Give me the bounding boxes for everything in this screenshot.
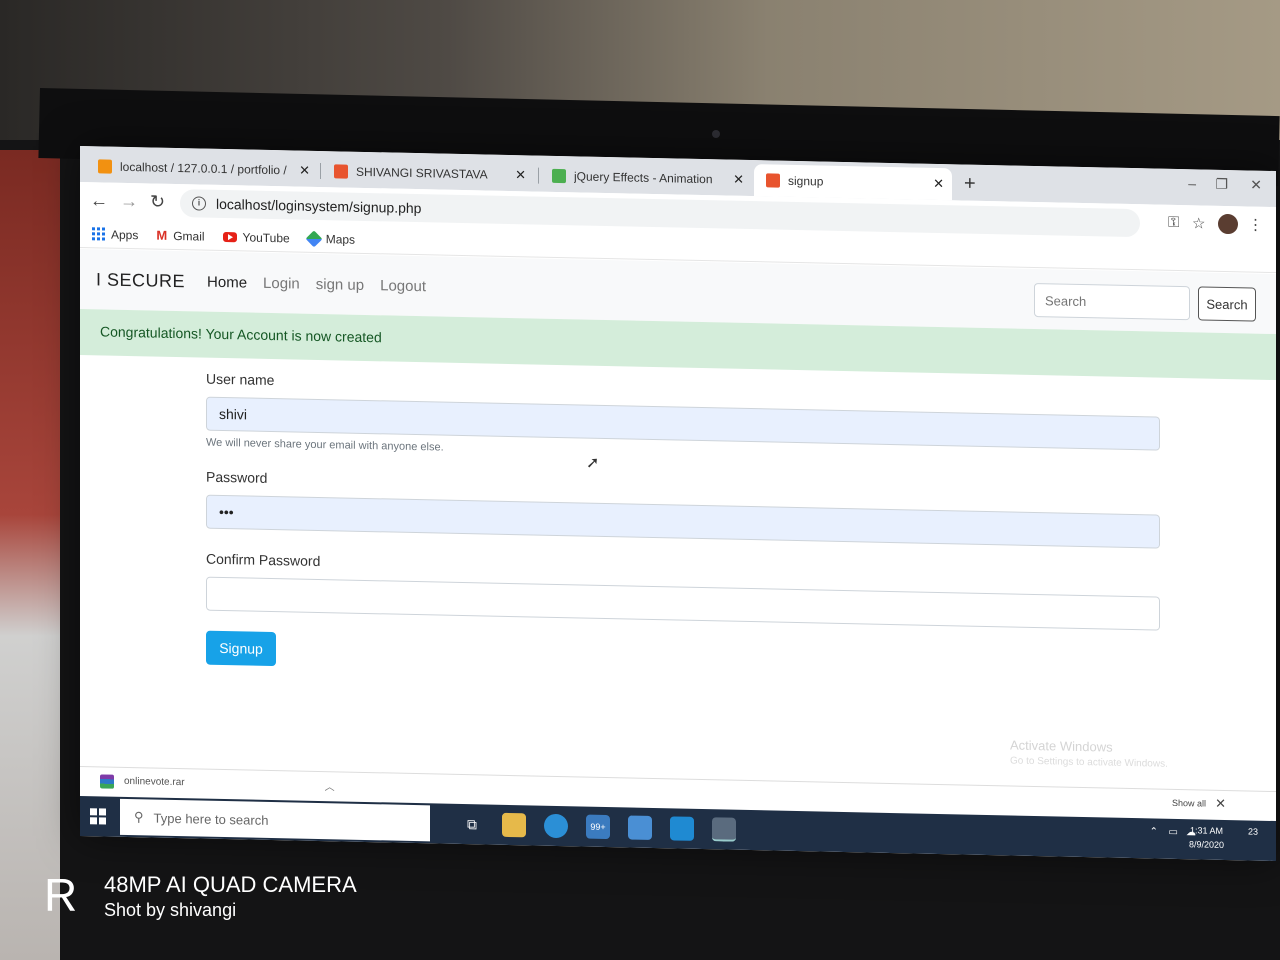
minimize-icon[interactable]: – <box>1188 175 1196 191</box>
confirm-password-field[interactable] <box>206 576 1160 631</box>
tab-favicon-icon <box>334 164 348 179</box>
phpmyadmin-icon <box>98 159 112 174</box>
rar-file-icon <box>100 773 114 789</box>
chrome-icon[interactable] <box>712 817 736 842</box>
download-item[interactable]: onlinevote.rar ︿ <box>100 773 335 793</box>
maps-icon <box>305 229 323 247</box>
close-icon[interactable]: ✕ <box>733 172 744 188</box>
nav-logout[interactable]: Logout <box>380 277 426 295</box>
notification-icon[interactable]: 23 <box>1248 826 1258 836</box>
taskbar-search[interactable]: ⚲ Type here to search <box>120 798 430 842</box>
nav-signup[interactable]: sign up <box>316 275 364 293</box>
bookmark-apps[interactable]: Apps <box>92 227 138 242</box>
search-icon: ⚲ <box>134 809 144 825</box>
gmail-icon: M <box>156 227 168 243</box>
activate-windows-subtitle: Go to Settings to activate Windows. <box>1010 755 1168 770</box>
star-icon[interactable]: ☆ <box>1192 214 1205 232</box>
youtube-icon <box>222 231 237 242</box>
search-input[interactable] <box>1034 282 1190 321</box>
show-all-button[interactable]: Show all <box>1172 798 1206 809</box>
new-tab-button[interactable]: + <box>964 173 976 196</box>
bookmark-gmail[interactable]: M Gmail <box>156 228 204 244</box>
realme-logo-icon: R <box>44 869 78 921</box>
reload-icon[interactable]: ↻ <box>150 191 165 212</box>
close-icon[interactable]: ✕ <box>933 176 944 192</box>
window-close-icon[interactable]: ✕ <box>1250 177 1262 194</box>
signup-form: User name We will never share your email… <box>206 371 1160 685</box>
signup-button[interactable]: Signup <box>206 630 276 667</box>
camera-watermark-title: 48MP AI QUAD CAMERA <box>104 872 357 897</box>
webcam <box>712 130 720 138</box>
system-clock[interactable]: 1:31 AM 8/9/2020 <box>1189 823 1224 852</box>
activate-windows-title: Activate Windows <box>1010 737 1113 755</box>
tab-signup[interactable]: signup ✕ <box>754 164 952 201</box>
nav-login[interactable]: Login <box>263 274 300 292</box>
bookmark-maps[interactable]: Maps <box>305 229 355 247</box>
key-icon[interactable]: ⚿ <box>1168 214 1179 231</box>
tab-phpmyadmin[interactable]: localhost / 127.0.0.1 / portfolio / ✕ <box>86 150 318 187</box>
close-icon[interactable]: ✕ <box>1215 796 1226 812</box>
camera-watermark-subtitle: Shot by shivangi <box>104 900 237 920</box>
chevron-up-icon[interactable]: ⌃ <box>1150 826 1158 837</box>
vscode-icon[interactable] <box>670 816 694 841</box>
close-icon[interactable]: ✕ <box>515 167 526 183</box>
file-explorer-icon[interactable] <box>502 812 526 838</box>
search-button[interactable]: Search <box>1198 286 1256 322</box>
mouse-cursor-icon: ➚ <box>586 454 600 472</box>
mail-icon[interactable]: 99+ <box>586 814 610 840</box>
edge-icon[interactable] <box>544 813 568 839</box>
task-view-icon[interactable]: ⧉ <box>460 812 484 837</box>
url-text: localhost/loginsystem/signup.php <box>216 195 422 217</box>
w3schools-icon <box>552 168 566 184</box>
tab-favicon-icon <box>766 173 780 188</box>
laptop-screen: localhost / 127.0.0.1 / portfolio / ✕ SH… <box>80 146 1276 862</box>
nav-home[interactable]: Home <box>207 273 247 291</box>
store-icon[interactable] <box>628 815 652 840</box>
chevron-up-icon[interactable]: ︿ <box>325 778 335 793</box>
tab-shivangi[interactable]: SHIVANGI SRIVASTAVA ✕ <box>322 155 534 191</box>
bookmark-youtube[interactable]: YouTube <box>222 229 290 245</box>
apps-grid-icon <box>92 227 105 241</box>
avatar[interactable] <box>1218 213 1238 235</box>
tab-jquery[interactable]: jQuery Effects - Animation ✕ <box>540 160 752 196</box>
info-icon[interactable]: i <box>192 196 206 211</box>
windows-start-icon[interactable] <box>90 808 106 825</box>
background-fabric <box>0 150 60 960</box>
brand-logo[interactable]: I SECURE <box>96 269 185 292</box>
tab-separator <box>320 163 321 180</box>
close-icon[interactable]: ✕ <box>299 163 310 179</box>
menu-icon[interactable]: ⋮ <box>1248 215 1263 233</box>
battery-icon[interactable]: ▭ <box>1169 827 1178 838</box>
download-filename: onlinevote.rar <box>124 775 185 789</box>
back-icon[interactable]: ← <box>90 190 108 211</box>
tab-separator <box>538 167 539 184</box>
forward-icon[interactable]: → <box>120 191 138 212</box>
maximize-icon[interactable]: ❐ <box>1215 176 1228 193</box>
